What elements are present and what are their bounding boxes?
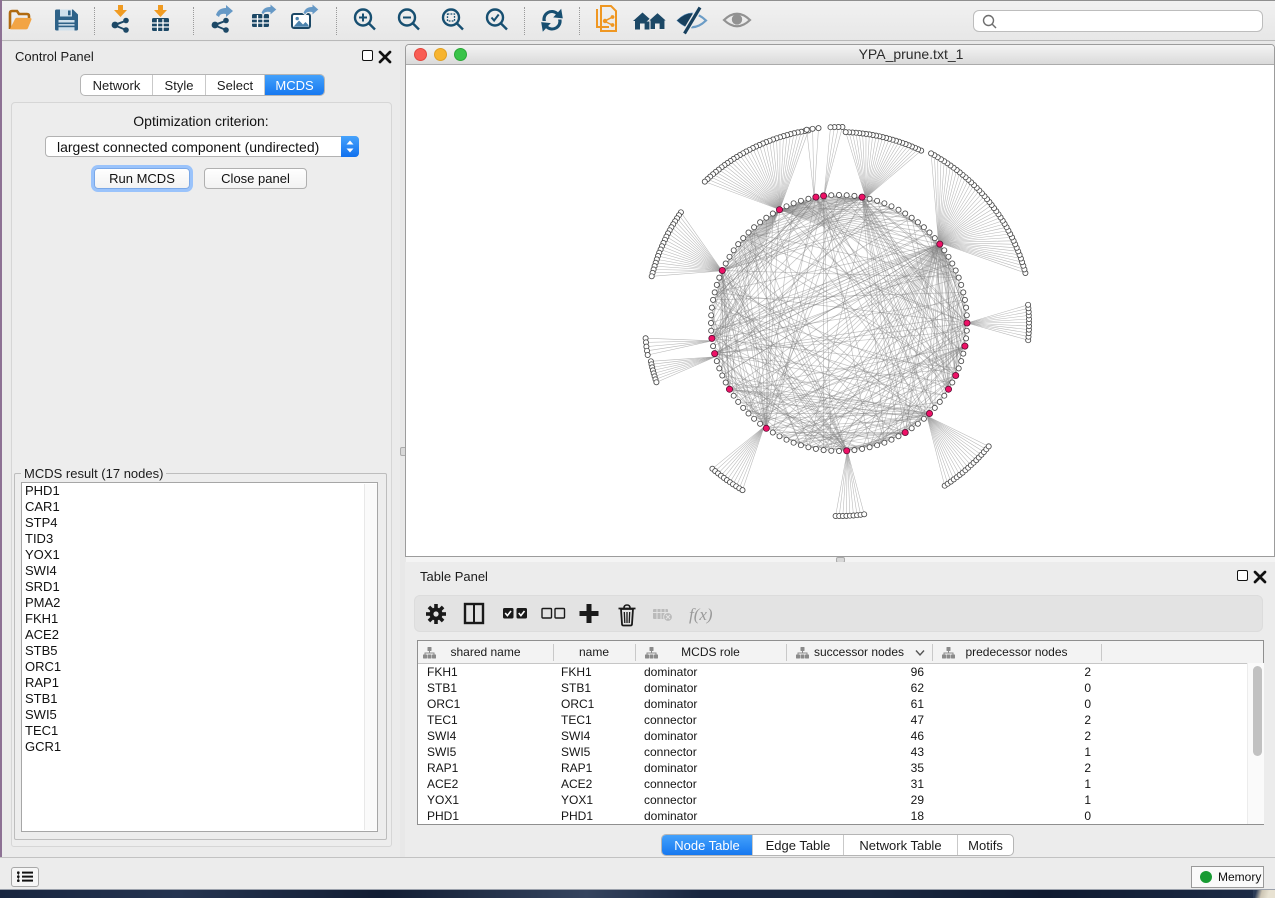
svg-text:f(x): f(x) bbox=[689, 605, 713, 624]
